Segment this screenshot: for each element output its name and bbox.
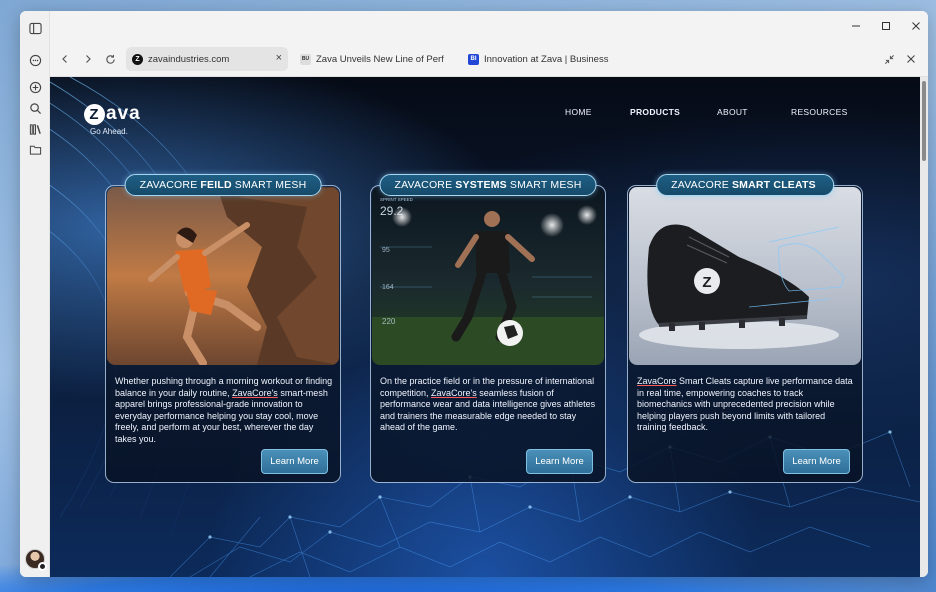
hud-value: 164 [382, 284, 394, 291]
card-title-pill: ZAVACORE SYSTEMS SMART MESH [379, 174, 597, 196]
tab-innovation-at-zava[interactable]: BI Innovation at Zava | Business Insi [462, 47, 612, 71]
pill-text: ZAVACORE [139, 179, 198, 191]
nav-home[interactable]: HOME [565, 107, 592, 117]
brand-name: ZavaCore's [431, 387, 477, 398]
nav-products[interactable]: PRODUCTS [630, 107, 680, 117]
profile-avatar[interactable] [25, 549, 47, 571]
title-bar [50, 11, 928, 41]
browser-window: Z zavaindustries.com × BU Zava Unveils N… [20, 11, 928, 577]
tab-zava-unveils[interactable]: BU Zava Unveils New Line of Perform [294, 47, 444, 71]
close-pane-icon[interactable] [902, 50, 920, 68]
brand-name: ZavaCore [637, 376, 677, 386]
product-card-feild-smart-mesh: ZAVACORE FEILD SMART MESH Whether pushin… [105, 174, 341, 483]
tab-bar: Z zavaindustries.com × BU Zava Unveils N… [50, 41, 928, 77]
tab-title: Zava Unveils New Line of Perform [316, 53, 444, 65]
cleat-image: Z [629, 187, 861, 365]
bi-favicon-icon: BI [468, 53, 479, 65]
climber-image [107, 187, 339, 365]
minimize-icon[interactable] [848, 18, 864, 34]
pill-text: ZAVACORE [671, 179, 729, 191]
collapse-icon[interactable] [880, 50, 898, 68]
web-page: Zava Go Ahead. HOME PRODUCTS ABOUT RESOU… [50, 77, 920, 577]
pill-bold-text: SMART CLEATS [731, 179, 816, 191]
close-tab-icon[interactable]: × [276, 52, 282, 64]
sidebar-toggle-icon[interactable] [26, 19, 44, 37]
page-scrollbar[interactable] [920, 77, 928, 577]
maximize-icon[interactable] [878, 18, 894, 34]
folder-icon[interactable] [26, 140, 44, 158]
card-description: ZavaCore Smart Cleats capture live perfo… [637, 376, 855, 434]
library-icon[interactable] [26, 120, 44, 138]
nav-about[interactable]: ABOUT [717, 107, 748, 117]
refresh-icon[interactable] [101, 50, 119, 68]
hud-label: SPRINT SPEED [380, 197, 413, 202]
forward-icon[interactable] [79, 50, 97, 68]
pill-text: ZAVACORE [394, 179, 453, 191]
card-title-pill: ZAVACORE FEILD SMART MESH [124, 174, 322, 196]
search-icon[interactable] [26, 99, 44, 117]
tab-title: zavaindustries.com [148, 53, 230, 65]
hud-value: 95 [382, 247, 390, 254]
site-navigation: HOME PRODUCTS ABOUT RESOURCES [50, 107, 920, 121]
soccer-player-image: SPRINT SPEED 29.2 95 164 220 [372, 187, 604, 365]
tagline: Go Ahead. [90, 127, 128, 136]
card-description: Whether pushing through a morning workou… [115, 376, 333, 446]
browser-side-rail [20, 11, 50, 577]
window-close-icon[interactable] [908, 18, 924, 34]
learn-more-button[interactable]: Learn More [261, 449, 328, 474]
card-description: On the practice field or in the pressure… [380, 376, 598, 434]
learn-more-button[interactable]: Learn More [526, 449, 593, 474]
tab-title: Innovation at Zava | Business Insi [484, 53, 612, 65]
card-title-pill: ZAVACORE SMART CLEATS [656, 174, 834, 196]
zava-favicon-icon: Z [132, 53, 143, 65]
pill-text: SMART MESH [509, 179, 582, 191]
pill-bold-text: SYSTEMS [455, 179, 507, 191]
back-icon[interactable] [56, 50, 74, 68]
chat-icon[interactable] [26, 51, 44, 69]
new-tab-icon[interactable] [26, 78, 44, 96]
learn-more-button[interactable]: Learn More [783, 449, 850, 474]
brand-name: ZavaCore's [232, 387, 278, 398]
product-card-smart-cleats: Z ZAVACORE SMART CLEATS ZavaCore Smart C… [627, 174, 863, 483]
scrollbar-thumb[interactable] [922, 81, 926, 161]
svg-text:Z: Z [702, 274, 711, 291]
hud-value: 29.2 [380, 204, 404, 218]
bu-favicon-icon: BU [300, 53, 311, 65]
pill-text: SMART MESH [234, 179, 307, 191]
pill-bold-text: FEILD [200, 179, 232, 191]
hud-value: 220 [382, 317, 396, 326]
product-card-systems-smart-mesh: SPRINT SPEED 29.2 95 164 220 ZAVACORE SY… [370, 174, 606, 483]
nav-resources[interactable]: RESOURCES [791, 107, 848, 117]
tab-zavaindustries[interactable]: Z zavaindustries.com × [126, 47, 288, 71]
